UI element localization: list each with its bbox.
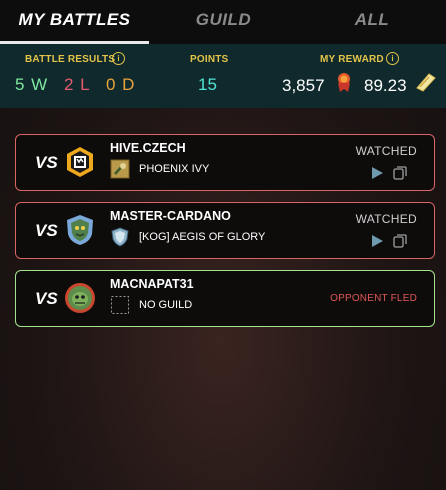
vs-label: VS — [35, 153, 58, 172]
battle-card-master-cardano[interactable]: VS MASTER-CARDANO [KOG] AEGIS OF GLORY W… — [15, 202, 435, 259]
tab-my-battles[interactable]: MY BATTLES — [0, 0, 149, 44]
no-guild-icon — [111, 296, 129, 314]
points-label: POINTS — [190, 54, 229, 65]
play-icon[interactable] — [370, 234, 384, 248]
opponent-avatar — [67, 147, 93, 177]
tab-all[interactable]: ALL — [298, 0, 446, 44]
copy-icon[interactable] — [393, 234, 407, 248]
opponent-avatar — [67, 215, 93, 245]
opponent-avatar — [65, 283, 95, 313]
copy-icon[interactable] — [393, 166, 407, 180]
battle-tabs: MY BATTLES GUILD ALL — [0, 0, 446, 44]
battle-results-label: BATTLE RESULTS — [25, 54, 116, 65]
opponent-name[interactable]: MASTER-CARDANO — [110, 209, 231, 223]
guild-shield-icon — [111, 227, 129, 247]
battle-card-hive-czech[interactable]: VS HIVE.CZECH PHOENIX IVY WATCHED — [15, 134, 435, 191]
points-value: 15 — [198, 75, 217, 94]
guild-name[interactable]: [KOG] AEGIS OF GLORY — [139, 231, 265, 243]
vs-label: VS — [35, 221, 58, 240]
wins-count: 5 W — [15, 75, 49, 94]
reward-dec-amount: 3,857 — [282, 76, 325, 95]
tab-guild[interactable]: GUILD — [149, 0, 298, 44]
opponent-name[interactable]: MACNAPAT31 — [110, 277, 194, 291]
battle-status: OPPONENT FLED — [330, 293, 417, 304]
sps-token-icon — [416, 73, 436, 92]
info-icon[interactable]: i — [386, 52, 399, 65]
dec-token-icon — [338, 73, 350, 92]
battle-card-macnapat31[interactable]: VS MACNAPAT31 NO GUILD OPPONENT FLED — [15, 270, 435, 327]
guild-name[interactable]: PHOENIX IVY — [139, 163, 209, 175]
battle-status: WATCHED — [355, 212, 417, 226]
guild-banner-icon — [110, 159, 130, 179]
info-icon[interactable]: i — [112, 52, 125, 65]
opponent-name[interactable]: HIVE.CZECH — [110, 141, 186, 155]
guild-name: NO GUILD — [139, 299, 193, 311]
stats-bar: BATTLE RESULTS i 5 W 2 L 0 D POINTS 15 M… — [0, 44, 446, 108]
battle-status: WATCHED — [355, 144, 417, 158]
losses-count: 2 L — [64, 75, 91, 94]
draws-count: 0 D — [106, 75, 136, 94]
play-icon[interactable] — [370, 166, 384, 180]
vs-label: VS — [35, 289, 58, 308]
reward-sps-amount: 89.23 — [364, 76, 407, 95]
my-reward-label: MY REWARD — [320, 54, 384, 65]
